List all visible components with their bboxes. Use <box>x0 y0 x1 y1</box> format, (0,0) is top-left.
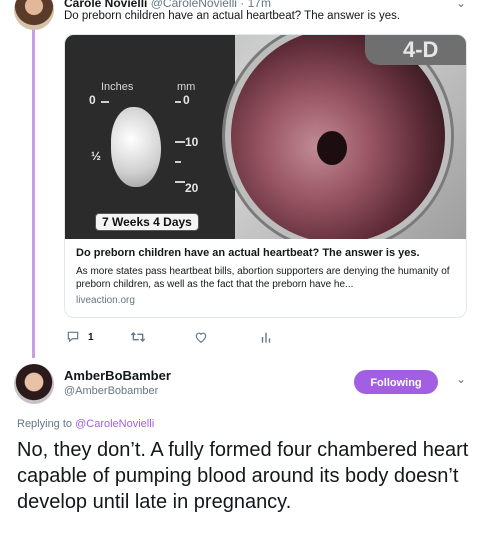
avatar[interactable] <box>14 0 54 30</box>
avatar[interactable] <box>14 364 54 404</box>
ultrasound-ruler-panel: Inches mm 0 0 ½ 10 20 <box>65 35 235 239</box>
replying-to-handle[interactable]: @CaroleNovielli <box>75 418 154 430</box>
ruler-tick <box>101 101 109 103</box>
embryo-model <box>111 107 161 187</box>
reply-count: 1 <box>88 332 94 343</box>
replying-to: Replying to @CaroleNovielli <box>17 418 154 430</box>
link-card[interactable]: Inches mm 0 0 ½ 10 20 4-D 7 Weeks 4 Days… <box>64 34 467 318</box>
reply-author-handle[interactable]: @AmberBobamber <box>64 385 158 397</box>
logo-frame: 4-D <box>365 35 466 65</box>
retweet-icon <box>130 332 146 342</box>
heart-icon <box>195 332 207 343</box>
gestation-badge: 7 Weeks 4 Days <box>95 213 199 231</box>
ruler-twenty: 20 <box>185 181 199 195</box>
ruler-tick <box>175 101 181 103</box>
reply-icon <box>67 331 79 343</box>
retweet-button[interactable] <box>130 330 146 347</box>
ruler-tick <box>175 141 185 143</box>
card-image: Inches mm 0 0 ½ 10 20 4-D 7 Weeks 4 Days <box>65 35 466 239</box>
author-handle[interactable]: @CaroleNovielli <box>151 0 237 10</box>
reply-button[interactable] <box>66 330 80 347</box>
reply-tweet-text: No, they don’t. A fully formed four cham… <box>17 439 469 513</box>
tweet-time[interactable]: 17m <box>248 0 271 10</box>
parent-tweet-text: Do preborn children have an actual heart… <box>64 10 401 22</box>
tweet-actions: 1 <box>64 330 294 346</box>
like-button[interactable] <box>194 330 208 347</box>
thread-connector-line <box>32 6 35 358</box>
chevron-down-icon[interactable]: ⌄ <box>456 0 466 10</box>
author-name[interactable]: Carole Novielli <box>64 0 147 10</box>
following-button[interactable]: Following <box>354 370 438 394</box>
parent-tweet-header: Carole Novielli @CaroleNovielli · 17m <box>64 0 271 10</box>
brand-logo: 4-D <box>403 37 439 62</box>
separator: · <box>240 0 245 10</box>
chevron-down-icon[interactable]: ⌄ <box>456 372 466 386</box>
ruler-zero-right: 0 <box>183 93 190 107</box>
ruler-unit-mm: mm <box>177 81 196 93</box>
reply-author-name[interactable]: AmberBoBamber <box>64 368 171 383</box>
ruler-tick <box>175 161 181 163</box>
ruler-ten: 10 <box>185 135 199 149</box>
analytics-button[interactable] <box>260 330 272 347</box>
card-title: Do preborn children have an actual heart… <box>76 247 420 259</box>
ruler-half: ½ <box>91 149 102 163</box>
ruler-tick <box>175 181 185 183</box>
replying-to-prefix: Replying to <box>17 418 73 430</box>
card-domain: liveaction.org <box>76 295 135 306</box>
card-description: As more states pass heartbeat bills, abo… <box>76 266 450 290</box>
ruler-unit-inches: Inches <box>101 81 134 93</box>
analytics-icon <box>261 332 271 343</box>
heart-dot <box>317 131 347 165</box>
ruler-zero-left: 0 <box>89 93 96 107</box>
